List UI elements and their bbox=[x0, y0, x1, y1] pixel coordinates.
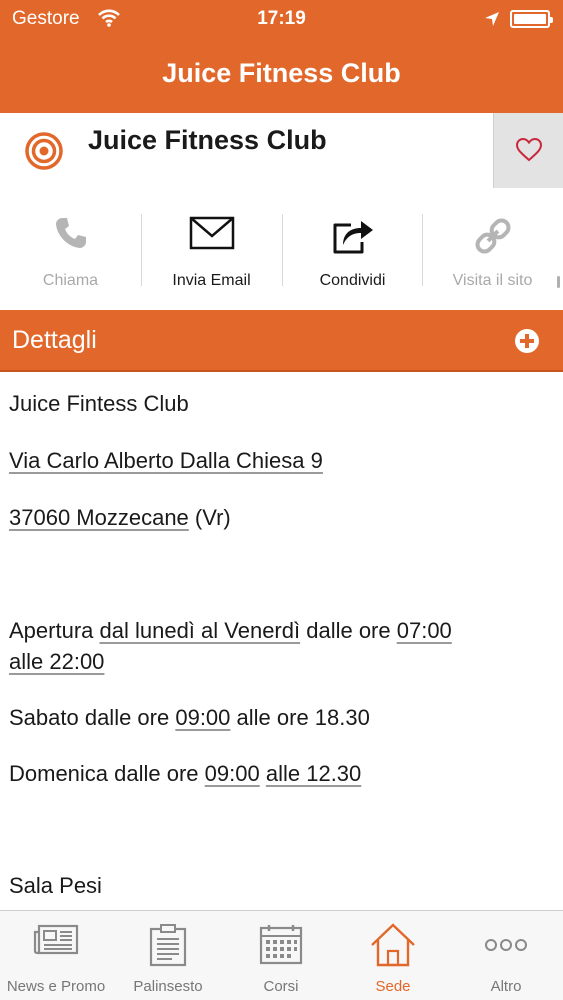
more-icon bbox=[485, 939, 527, 951]
weekday-middle: dalle ore bbox=[300, 618, 397, 643]
club-logo-icon bbox=[24, 131, 64, 171]
weekday-open-link[interactable]: 07:00 bbox=[397, 618, 452, 643]
scroll-indicator[interactable] bbox=[557, 276, 560, 288]
tab-label: Corsi bbox=[263, 978, 299, 995]
location-arrow-icon bbox=[484, 11, 500, 27]
province-text: (Vr) bbox=[188, 505, 231, 530]
tab-corsi[interactable]: Corsi bbox=[225, 911, 337, 1000]
tab-label: News e Promo bbox=[6, 978, 106, 995]
zip-city-link[interactable]: 37060 Mozzecane bbox=[9, 505, 189, 530]
top-bar: Gestore 17:19 Juice Fitness Club bbox=[0, 0, 563, 113]
tab-sede[interactable]: Sede bbox=[337, 911, 449, 1000]
weekday-close-link[interactable]: alle 22:00 bbox=[9, 649, 104, 674]
section-heading: Sala Pesi bbox=[9, 873, 102, 898]
share-button[interactable]: Condividi bbox=[282, 200, 423, 300]
share-icon bbox=[333, 221, 373, 254]
sunday-hours: Domenica dalle ore 09:00 alle 12.30 bbox=[9, 758, 549, 789]
gym-name: Juice Fintess Club bbox=[9, 391, 189, 416]
favorite-button[interactable] bbox=[493, 113, 563, 188]
nav-title: Juice Fitness Club bbox=[162, 58, 401, 88]
saturday-prefix: Sabato dalle ore bbox=[9, 705, 176, 730]
phone-icon bbox=[55, 218, 86, 248]
saturday-open-link[interactable]: 09:00 bbox=[175, 705, 230, 730]
clipboard-icon bbox=[149, 924, 187, 967]
tab-label: Altro bbox=[490, 978, 522, 995]
tab-label: Sede bbox=[375, 978, 411, 995]
club-header: Juice Fitness Club bbox=[0, 113, 563, 188]
battery-icon bbox=[510, 10, 553, 28]
tab-palinsesto[interactable]: Palinsesto bbox=[112, 911, 224, 1000]
saturday-rest: alle ore 18.30 bbox=[230, 705, 370, 730]
call-button[interactable]: Chiama bbox=[0, 200, 141, 300]
heart-icon bbox=[515, 137, 543, 162]
tab-news-promo[interactable]: News e Promo bbox=[0, 911, 112, 1000]
visit-site-button[interactable]: Visita il sito bbox=[422, 200, 563, 300]
expand-plus-icon[interactable] bbox=[515, 329, 539, 353]
weekday-days-link[interactable]: dal lunedì al Venerdì bbox=[100, 618, 301, 643]
saturday-hours: Sabato dalle ore 09:00 alle ore 18.30 bbox=[9, 702, 549, 733]
clock: 17:19 bbox=[257, 8, 306, 29]
sunday-close-link[interactable]: alle 12.30 bbox=[266, 761, 361, 786]
share-label: Condividi bbox=[319, 272, 386, 289]
details-title: Dettagli bbox=[12, 326, 97, 354]
details-section-header[interactable]: Dettagli bbox=[0, 310, 563, 372]
sunday-open-link[interactable]: 09:00 bbox=[205, 761, 260, 786]
weekday-prefix: Apertura bbox=[9, 618, 100, 643]
envelope-icon bbox=[189, 216, 234, 250]
send-email-label: Invia Email bbox=[172, 272, 251, 289]
club-name: Juice Fitness Club bbox=[88, 125, 327, 155]
tab-bar: News e Promo Palinsesto Corsi Sede Altro bbox=[0, 910, 563, 1000]
address-link[interactable]: Via Carlo Alberto Dalla Chiesa 9 bbox=[9, 448, 323, 473]
sunday-prefix: Domenica dalle ore bbox=[9, 761, 205, 786]
tab-altro[interactable]: Altro bbox=[450, 911, 562, 1000]
home-icon bbox=[371, 923, 415, 967]
send-email-button[interactable]: Invia Email bbox=[141, 200, 282, 300]
action-row: Chiama Invia Email Condividi Visita il s… bbox=[0, 200, 563, 305]
calendar-icon bbox=[259, 925, 303, 965]
status-bar: Gestore 17:19 bbox=[0, 0, 563, 40]
tab-label: Palinsesto bbox=[133, 978, 203, 995]
call-label: Chiama bbox=[42, 272, 99, 289]
newspaper-icon bbox=[33, 924, 79, 955]
visit-site-label: Visita il sito bbox=[452, 272, 533, 289]
weekday-hours: Apertura dal lunedì al Venerdì dalle ore… bbox=[9, 615, 549, 646]
link-icon bbox=[475, 218, 510, 254]
